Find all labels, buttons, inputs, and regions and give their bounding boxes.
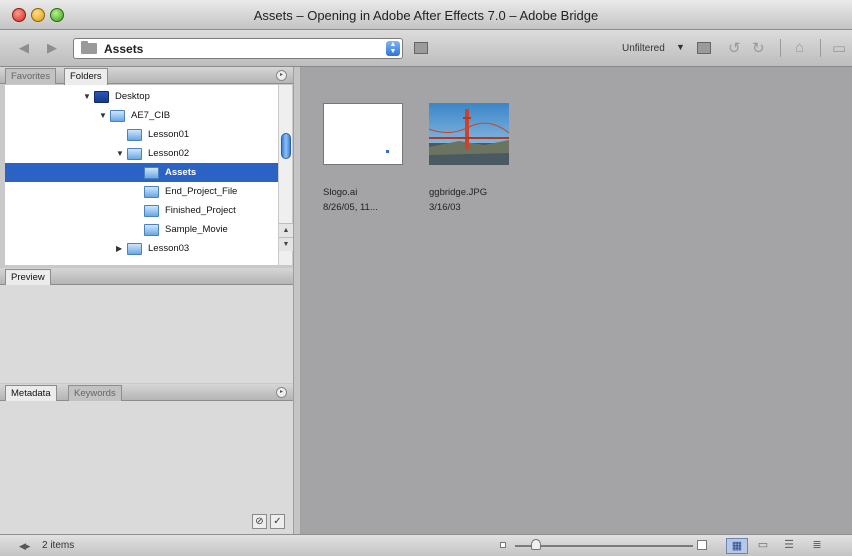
rotate-right-icon[interactable]: ↻ [752, 39, 765, 57]
tree-item-label: Sample_Movie [165, 224, 228, 235]
thumbnail-item[interactable]: ggbridge.JPG 3/16/03 [428, 103, 510, 213]
details-view-button[interactable]: ☰ [778, 538, 800, 554]
disclosure-collapsed-icon[interactable]: ▶ [116, 239, 122, 258]
thumbnail-date: 3/16/03 [429, 202, 461, 213]
thumbnail-image[interactable] [323, 103, 403, 165]
panel-menu-icon[interactable]: ▸ [276, 387, 287, 398]
status-bar: ◀▸ 2 items ▦ ▭ ☰ ≣ [0, 534, 852, 556]
folder-icon [144, 224, 159, 236]
path-label: Assets [104, 42, 144, 56]
compact-mode-icon[interactable]: ▭ [832, 39, 846, 57]
tree-item-ae7-cib[interactable]: ▼ AE7_CIB [5, 106, 278, 125]
thumbnail-image[interactable] [428, 103, 510, 165]
recent-folders-icon[interactable] [414, 42, 428, 54]
scrollbar-thumb[interactable] [281, 133, 291, 159]
tree-item-label: Finished_Project [165, 205, 236, 216]
thumbnails-view-button[interactable]: ▦ [726, 538, 748, 554]
path-dropdown-arrows-icon[interactable]: ▲ ▼ [386, 41, 400, 56]
toolbar-divider [820, 39, 821, 57]
back-arrow-icon[interactable]: ◀ [16, 41, 32, 55]
no-entry-icon[interactable]: ⊘ [252, 514, 267, 529]
folder-icon [81, 41, 97, 54]
item-count: 2 items [42, 540, 75, 551]
thumbnail-date: 8/26/05, 11... [323, 202, 378, 213]
tree-item-label: Lesson02 [148, 148, 190, 159]
rotate-left-icon[interactable]: ↺ [728, 39, 741, 57]
disclosure-expanded-icon[interactable]: ▼ [99, 106, 107, 125]
trash-icon[interactable]: ⌂ [795, 39, 804, 56]
status-indicator-icon: ◀▸ [19, 541, 31, 551]
filter-dropdown[interactable]: Unfiltered [622, 43, 665, 54]
preview-panel-tabbar: Preview [0, 268, 293, 286]
panel-splitter[interactable] [293, 67, 301, 534]
folder-icon [110, 110, 125, 122]
tree-item-label: AE7_CIB [131, 110, 171, 121]
metadata-panel [0, 401, 293, 534]
thumbnail-filename: Slogo.ai [323, 187, 358, 198]
scroll-up-icon[interactable]: ▲ [279, 223, 293, 237]
tree-item-sample-movie[interactable]: Sample_Movie [5, 220, 278, 239]
tree-item-end-project-file[interactable]: End_Project_File [5, 182, 278, 201]
golden-gate-bridge-photo [428, 103, 510, 165]
folder-icon [144, 205, 159, 217]
tree-item-lesson02[interactable]: ▼ Lesson02 [5, 144, 278, 163]
checkmark-icon[interactable]: ✓ [270, 514, 285, 529]
folder-icon [127, 129, 142, 141]
tree-item-label: Lesson03 [148, 243, 190, 254]
thumbnail-item[interactable]: Slogo.ai 8/26/05, 11... [323, 103, 403, 213]
scroll-down-icon[interactable]: ▼ [279, 237, 293, 251]
logo-preview-dot [386, 150, 389, 153]
chevron-down-icon[interactable]: ▼ [676, 42, 685, 52]
tree-item-label: End_Project_File [165, 186, 238, 197]
forward-arrow-icon[interactable]: ▶ [44, 41, 60, 55]
versions-view-button[interactable]: ≣ [806, 538, 828, 554]
filmstrip-view-button[interactable]: ▭ [752, 538, 774, 554]
preview-panel [0, 285, 293, 383]
tree-item-desktop[interactable]: ▼ Desktop [5, 87, 278, 106]
title-bar: Assets – Opening in Adobe After Effects … [0, 0, 852, 30]
folder-icon [144, 186, 159, 198]
tree-item-finished-project[interactable]: Finished_Project [5, 201, 278, 220]
tree-item-label: Lesson01 [148, 129, 190, 140]
folder-icon [127, 148, 142, 160]
tree-item-label: Assets [165, 167, 197, 178]
panel-menu-icon[interactable]: ▸ [276, 70, 287, 81]
folder-icon [127, 243, 142, 255]
toolbar-divider [780, 39, 781, 57]
metadata-panel-tabbar: Metadata Keywords ▸ [0, 384, 293, 402]
disclosure-expanded-icon[interactable]: ▼ [83, 87, 91, 106]
tab-preview[interactable]: Preview [5, 269, 51, 286]
tab-folders[interactable]: Folders [64, 68, 108, 85]
tab-favorites[interactable]: Favorites [5, 68, 57, 84]
tree-item-assets[interactable]: Assets [5, 163, 278, 182]
window-title: Assets – Opening in Adobe After Effects … [253, 8, 599, 23]
thumbnail-size-large-icon[interactable] [697, 540, 707, 550]
desktop-icon [94, 91, 109, 103]
tree-item-lesson03[interactable]: ▶ Lesson03 [5, 239, 278, 258]
thumbnail-size-small-icon[interactable] [500, 542, 506, 548]
folder-tree: ▼ Desktop ▼ AE7_CIB Lesson01 ▼ Lesson02 … [5, 85, 278, 265]
tree-item-lesson01[interactable]: Lesson01 [5, 125, 278, 144]
folders-panel-tabbar: Favorites Folders ▸ [0, 67, 293, 85]
toolbar: ◀ ▶ Assets ▲ ▼ Unfiltered ▼ ↺ ↻ ⌂ ▭ [0, 30, 852, 67]
folder-icon [144, 167, 159, 179]
slider-thumb[interactable] [531, 539, 541, 550]
tab-metadata[interactable]: Metadata [5, 385, 57, 402]
tree-item-label: Desktop [115, 91, 150, 102]
content-area: Slogo.ai 8/26/05, 11... ggbridge.JPG 3/1… [301, 67, 852, 534]
thumbnail-filename: ggbridge.JPG [429, 187, 488, 198]
folder-tree-scrollbar[interactable]: ▲ ▼ [278, 85, 293, 265]
disclosure-expanded-icon[interactable]: ▼ [116, 144, 124, 163]
thumbnail-size-slider[interactable] [515, 545, 693, 547]
tab-keywords[interactable]: Keywords [68, 385, 122, 401]
path-dropdown[interactable]: Assets ▲ ▼ [73, 38, 403, 59]
new-folder-icon[interactable] [697, 42, 711, 54]
